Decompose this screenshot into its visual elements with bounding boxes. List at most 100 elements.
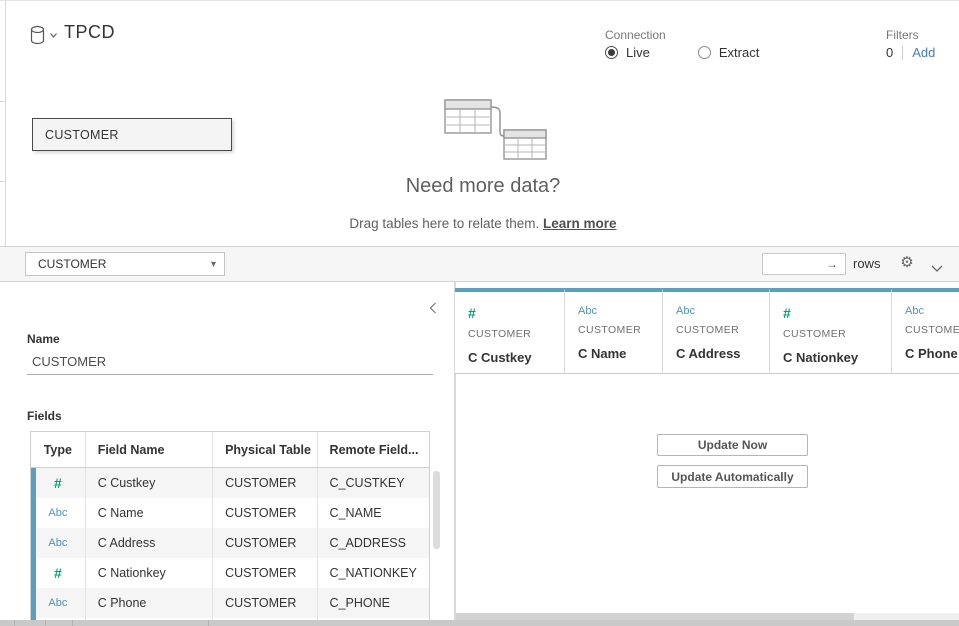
divider bbox=[902, 46, 903, 60]
update-automatically-button[interactable]: Update Automatically bbox=[657, 465, 808, 488]
scrollbar-thumb[interactable] bbox=[456, 613, 854, 620]
divider bbox=[14, 620, 15, 626]
filters-label: Filters bbox=[886, 28, 919, 42]
filters-count: 0 bbox=[886, 45, 893, 60]
chevron-left-icon bbox=[429, 302, 437, 314]
string-type-icon: Abc bbox=[905, 305, 959, 317]
grid-horizontal-scrollbar[interactable] bbox=[456, 613, 959, 620]
rail-tick bbox=[0, 101, 5, 102]
field-row-c-address[interactable]: Abc C Address CUSTOMER C_ADDRESS bbox=[31, 528, 429, 558]
number-type-icon: # bbox=[783, 305, 891, 321]
field-name-cell: C Custkey bbox=[86, 468, 213, 498]
chevron-down-icon bbox=[50, 33, 57, 38]
physical-table-cell: CUSTOMER bbox=[213, 498, 317, 528]
go-arrow-icon: → bbox=[826, 257, 838, 271]
radio-extract[interactable] bbox=[698, 46, 711, 59]
remote-field-cell: C_NATIONKEY bbox=[318, 558, 429, 588]
collapse-panel-button[interactable] bbox=[429, 301, 443, 315]
number-type-icon: # bbox=[31, 468, 86, 498]
settings-gear-button[interactable]: ⚙ bbox=[897, 253, 917, 273]
name-label: Name bbox=[27, 332, 60, 346]
page-title: TPCD bbox=[64, 22, 115, 43]
grid-col-table: CUSTOMER bbox=[578, 324, 662, 336]
divider bbox=[208, 620, 209, 626]
string-type-icon: Abc bbox=[31, 528, 86, 558]
number-type-icon: # bbox=[31, 558, 86, 588]
fields-table-header: Type Field Name Physical Table Remote Fi… bbox=[31, 432, 429, 468]
grid-col-field: C Custkey bbox=[468, 350, 564, 365]
col-header-field[interactable]: Field Name bbox=[86, 432, 213, 467]
name-input[interactable]: CUSTOMER bbox=[27, 349, 433, 375]
add-filter-link[interactable]: Add bbox=[912, 45, 935, 60]
field-name-cell: C Phone bbox=[86, 588, 213, 618]
grid-col-table: CUSTOMER bbox=[676, 324, 769, 336]
remote-field-cell: C_CUSTKEY bbox=[318, 468, 429, 498]
data-grid-headers: # CUSTOMER C Custkey Abc CUSTOMER C Name… bbox=[455, 288, 959, 374]
grid-col-c-address[interactable]: Abc CUSTOMER C Address bbox=[663, 288, 770, 374]
physical-table-cell: CUSTOMER bbox=[213, 558, 317, 588]
grid-col-field: C Name bbox=[578, 346, 662, 361]
grid-col-table: CUSTOMER bbox=[905, 324, 959, 336]
fields-label: Fields bbox=[27, 409, 62, 423]
string-type-icon: Abc bbox=[31, 588, 86, 618]
physical-table-cell: CUSTOMER bbox=[213, 588, 317, 618]
col-header-remote[interactable]: Remote Field... bbox=[318, 432, 429, 467]
table-select-value: CUSTOMER bbox=[38, 257, 106, 271]
grid-col-c-nationkey[interactable]: # CUSTOMER C Nationkey bbox=[770, 288, 892, 374]
learn-more-link[interactable]: Learn more bbox=[543, 216, 617, 231]
number-type-icon: # bbox=[468, 305, 564, 321]
string-type-icon: Abc bbox=[676, 305, 769, 317]
divider bbox=[45, 620, 46, 626]
radio-live-label: Live bbox=[626, 45, 650, 60]
grid-col-field: C Phone bbox=[905, 346, 959, 361]
rows-count-input[interactable]: → bbox=[762, 253, 846, 275]
grid-col-c-name[interactable]: Abc CUSTOMER C Name bbox=[565, 288, 663, 374]
field-row-c-phone[interactable]: Abc C Phone CUSTOMER C_PHONE bbox=[31, 588, 429, 618]
connection-label: Connection bbox=[605, 28, 666, 42]
table-select-dropdown[interactable]: CUSTOMER ▾ bbox=[25, 252, 225, 276]
database-icon bbox=[30, 25, 47, 46]
field-row-c-custkey[interactable]: # C Custkey CUSTOMER C_CUSTKEY bbox=[31, 468, 429, 498]
radio-extract-label: Extract bbox=[719, 45, 759, 60]
grid-col-field: C Address bbox=[676, 346, 769, 361]
update-now-button[interactable]: Update Now bbox=[657, 434, 808, 456]
collapse-grid-button[interactable] bbox=[931, 259, 943, 277]
bottom-scroll-strip[interactable] bbox=[0, 620, 959, 626]
fields-table-body: # C Custkey CUSTOMER C_CUSTKEY Abc C Nam… bbox=[31, 468, 429, 621]
string-type-icon: Abc bbox=[31, 498, 86, 528]
divider bbox=[72, 620, 73, 626]
col-header-physical[interactable]: Physical Table bbox=[213, 432, 317, 467]
relate-tables-icon bbox=[437, 96, 559, 167]
empty-state-subtext: Drag tables here to relate them. Learn m… bbox=[133, 216, 833, 231]
col-header-type[interactable]: Type bbox=[31, 432, 86, 467]
dropdown-caret-icon: ▾ bbox=[211, 259, 216, 270]
grid-col-c-phone[interactable]: Abc CUSTOMER C Phone bbox=[892, 288, 959, 374]
rows-label: rows bbox=[853, 256, 880, 271]
fields-table-scrollbar[interactable] bbox=[433, 471, 440, 549]
table-node-customer[interactable]: CUSTOMER bbox=[32, 118, 232, 151]
field-row-c-name[interactable]: Abc C Name CUSTOMER C_NAME bbox=[31, 498, 429, 528]
chevron-down-icon bbox=[931, 265, 943, 272]
remote-field-cell: C_ADDRESS bbox=[318, 528, 429, 558]
field-name-cell: C Address bbox=[86, 528, 213, 558]
field-row-c-nationkey[interactable]: # C Nationkey CUSTOMER C_NATIONKEY bbox=[31, 558, 429, 588]
grid-col-table: CUSTOMER bbox=[783, 328, 891, 340]
filters-row: 0 Add bbox=[886, 45, 935, 60]
remote-field-cell: C_NAME bbox=[318, 498, 429, 528]
grid-col-field: C Nationkey bbox=[783, 350, 891, 365]
remote-field-cell: C_PHONE bbox=[318, 588, 429, 618]
physical-table-cell: CUSTOMER bbox=[213, 468, 317, 498]
field-name-cell: C Name bbox=[86, 498, 213, 528]
field-name-cell: C Nationkey bbox=[86, 558, 213, 588]
radio-live[interactable] bbox=[605, 46, 618, 59]
physical-table-cell: CUSTOMER bbox=[213, 528, 317, 558]
rail-tick bbox=[0, 181, 5, 182]
grid-col-table: CUSTOMER bbox=[468, 328, 564, 340]
grid-col-c-custkey[interactable]: # CUSTOMER C Custkey bbox=[455, 288, 565, 374]
empty-state-title: Need more data? bbox=[283, 175, 683, 198]
tableau-data-source-page: TPCD Connection Live Extract Filters 0 A… bbox=[0, 0, 959, 626]
fields-table: Type Field Name Physical Table Remote Fi… bbox=[30, 431, 430, 621]
string-type-icon: Abc bbox=[578, 305, 662, 317]
datasource-menu-button[interactable] bbox=[30, 24, 60, 46]
connection-options: Live Extract bbox=[605, 45, 759, 60]
